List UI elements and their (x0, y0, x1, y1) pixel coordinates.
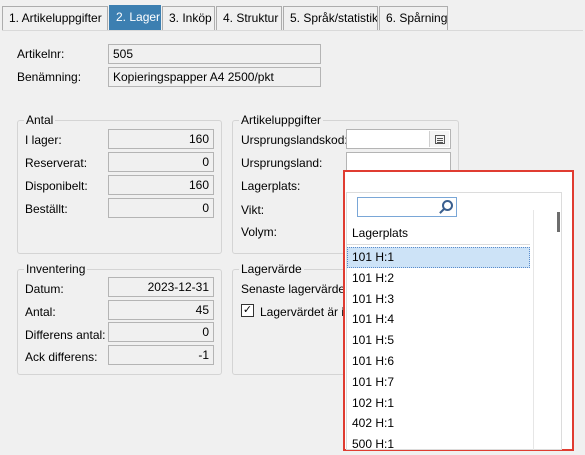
dropdown-item[interactable]: 101 H:7 (347, 372, 530, 393)
benamning-field: Kopieringspapper A4 2500/pkt (108, 67, 321, 87)
lagerplats-dropdown: Lagerplats 101 H:1 101 H:2 101 H:3 101 H:4 1… (343, 170, 574, 451)
tab-artikeluppgifter[interactable]: 1. Artikeluppgifter (2, 6, 108, 30)
inventering-group-title: Inventering (24, 262, 88, 276)
ack-differens-label: Ack differens: (25, 350, 98, 364)
i-lager-field: 160 (108, 129, 214, 149)
dropdown-item[interactable]: 101 H:1 (347, 247, 530, 268)
list-icon (434, 134, 445, 144)
dropdown-item[interactable]: 102 H:1 (347, 393, 530, 414)
tab-lager[interactable]: 2. Lager (109, 5, 161, 31)
dropdown-item[interactable]: 101 H:2 (347, 268, 530, 289)
lagervarde-checkbox[interactable]: ✓ (241, 304, 254, 317)
disponibelt-label: Disponibelt: (25, 179, 88, 193)
dropdown-item[interactable]: 402 H:1 (347, 413, 530, 434)
bestallt-field: 0 (108, 198, 214, 218)
dropdown-item[interactable]: 101 H:6 (347, 351, 530, 372)
dropdown-item[interactable]: 101 H:4 (347, 309, 530, 330)
ursprungslandskod-picker-button[interactable] (429, 131, 449, 147)
tab-sprak-statistik[interactable]: 5. Språk/statistik (283, 6, 378, 30)
benamning-label: Benämning: (17, 70, 82, 84)
differens-field: 0 (108, 322, 214, 342)
dropdown-list: 101 H:1 101 H:2 101 H:3 101 H:4 101 H:5 101 H… (347, 247, 530, 455)
reserverat-field: 0 (108, 152, 214, 172)
datum-label: Datum: (25, 282, 64, 296)
i-lager-label: I lager: (25, 133, 62, 147)
lagerplats-label: Lagerplats: (241, 179, 301, 193)
ack-differens-field: -1 (108, 345, 214, 365)
lagervarde-group-title: Lagervärde (239, 262, 304, 276)
ursprungsland-label: Ursprungsland: (241, 156, 323, 170)
senaste-lagervarde-label: Senaste lagervärde: (241, 282, 349, 296)
dropdown-scrollbar-thumb[interactable] (557, 212, 560, 232)
artikelnr-field: 505 (108, 44, 321, 64)
artikelnr-label: Artikelnr: (17, 47, 65, 61)
disponibelt-field: 160 (108, 175, 214, 195)
volym-label: Volym: (241, 225, 278, 239)
search-icon[interactable] (442, 200, 453, 211)
antal-inv-label: Antal: (25, 305, 56, 319)
dropdown-item[interactable]: 101 H:5 (347, 330, 530, 351)
antal-group-title: Antal (24, 113, 56, 127)
ursprungsland-input[interactable] (346, 152, 451, 172)
ursprungslandskod-input[interactable] (346, 129, 451, 149)
datum-field: 2023-12-31 (108, 277, 214, 297)
dropdown-column-header[interactable]: Lagerplats (347, 222, 530, 245)
dropdown-scrollbar-track[interactable] (533, 210, 534, 450)
tab-sparning[interactable]: 6. Spårning (379, 6, 448, 30)
antal-inv-field: 45 (108, 300, 214, 320)
dropdown-item[interactable]: 101 H:3 (347, 289, 530, 310)
differens-label: Differens antal: (25, 328, 106, 342)
artikeluppgifter-group-title: Artikeluppgifter (239, 113, 324, 127)
dropdown-search-input[interactable] (357, 197, 457, 217)
reserverat-label: Reserverat: (25, 156, 88, 170)
bestallt-label: Beställt: (25, 202, 68, 216)
ursprungslandskod-label: Ursprungslandskod: (241, 133, 348, 147)
vikt-label: Vikt: (241, 203, 265, 217)
tab-inkop[interactable]: 3. Inköp (162, 6, 215, 30)
tab-struktur[interactable]: 4. Struktur (216, 6, 282, 30)
dropdown-item[interactable]: 500 H:1 (347, 434, 530, 455)
